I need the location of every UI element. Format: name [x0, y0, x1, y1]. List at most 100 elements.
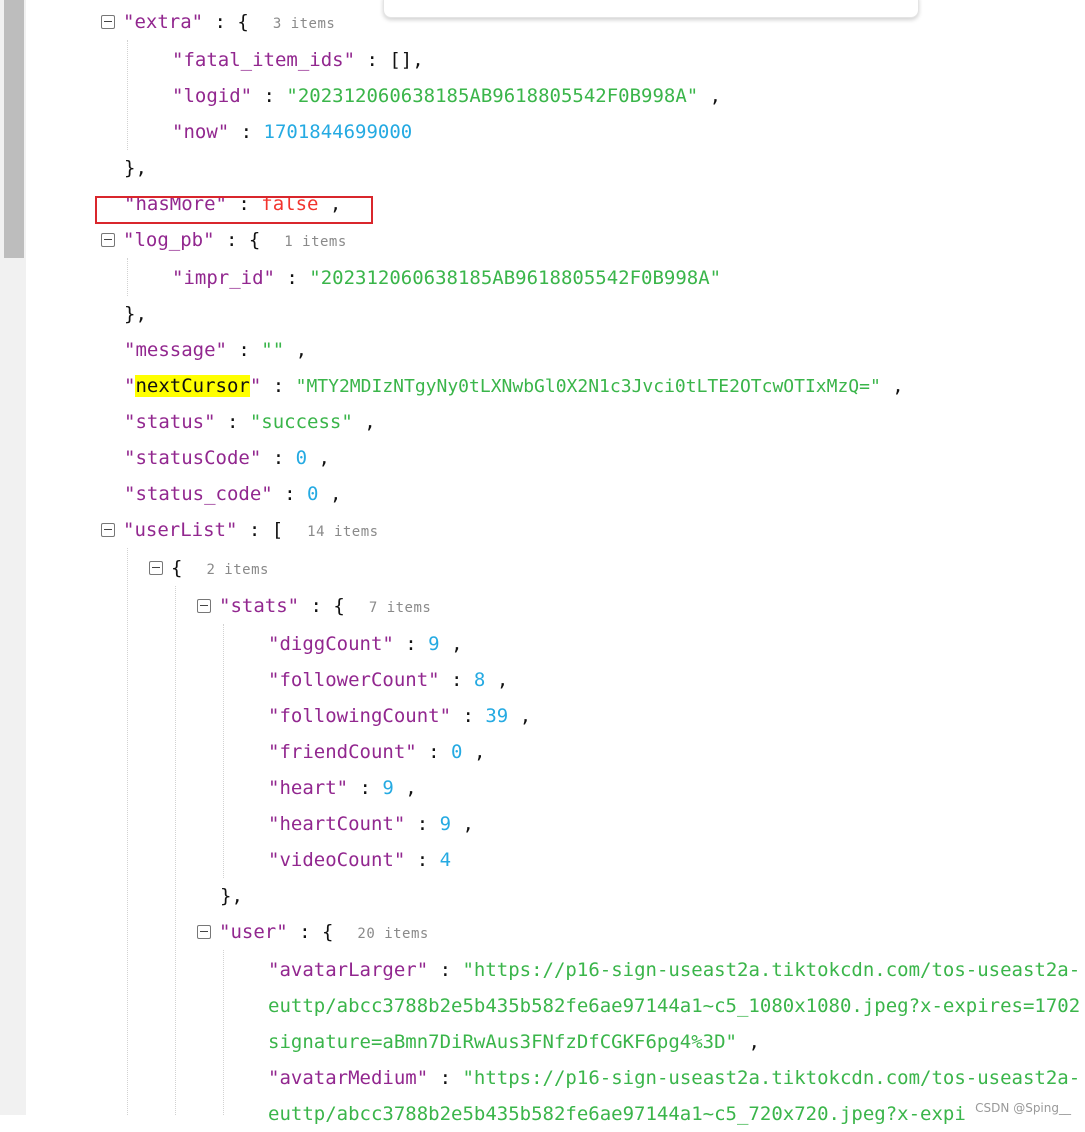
json-key: "followerCount" — [268, 669, 440, 691]
json-key: "userList" — [123, 519, 238, 541]
json-value: [] — [389, 49, 413, 71]
indent-guide — [127, 258, 128, 296]
collapse-toggle-icon[interactable] — [197, 925, 211, 939]
json-key: "impr_id" — [172, 267, 275, 289]
json-key: "diggCount" — [268, 633, 394, 655]
json-line-continuation: signature=aBmn7DiRwAus3FNfzDfCGKF6pg4%3D… — [268, 1031, 760, 1053]
json-key: "log_pb" — [123, 229, 215, 251]
popup-mark: ’ — [730, 0, 737, 3]
watermark: CSDN @Sping__ — [975, 1101, 1071, 1115]
item-count: 7 items — [368, 600, 432, 616]
json-line-videocount: "videoCount" : 4 — [268, 849, 452, 871]
scrollbar-thumb[interactable] — [4, 0, 24, 258]
json-line-continuation: euttp/abcc3788b2e5b435b582fe6ae97144a1~c… — [268, 988, 1085, 1024]
json-punct: }, — [124, 157, 147, 179]
json-value: 0 — [307, 483, 319, 505]
json-value: 0 — [451, 741, 463, 763]
json-line-status-code: "status_code" : 0 , — [124, 483, 342, 505]
json-line-userlist: "userList" : [14 items — [101, 512, 379, 548]
json-value: 9 — [382, 777, 394, 799]
item-count: 3 items — [272, 16, 336, 32]
json-key: "avatarMedium" — [268, 1067, 429, 1089]
json-key: "avatarLarger" — [268, 959, 429, 981]
json-value: 9 — [428, 633, 440, 655]
json-line-nextcursor: "nextCursor" : "MTY2MDIzNTgyNy0tLXNwbGl0… — [124, 375, 904, 397]
json-value: 9 — [439, 813, 452, 835]
item-count: 1 items — [284, 234, 347, 250]
json-key: "message" — [124, 339, 227, 361]
json-value-continued: signature=aBmn7DiRwAus3FNfzDfCGKF6pg4%3D… — [268, 1031, 737, 1053]
json-line-message: "message" : "" , — [124, 339, 308, 361]
vertical-scrollbar[interactable] — [0, 0, 26, 1115]
floating-popup: ’ — [383, 0, 919, 18]
json-key: "stats" — [219, 595, 300, 617]
json-line-object: {2 items — [149, 550, 269, 586]
json-line-extra: "extra" : {3 items — [101, 4, 335, 40]
json-line-followingcount: "followingCount" : 39 , — [268, 705, 532, 727]
json-key: "now" — [172, 121, 230, 143]
json-line-diggcount: "diggCount" : 9 , — [268, 633, 463, 655]
json-line-impr-id: "impr_id" : "202312060638185AB9618805542… — [172, 267, 722, 289]
json-key: "statusCode" — [124, 447, 262, 469]
indent-guide — [175, 586, 176, 1115]
json-key: "extra" — [123, 11, 204, 33]
quote-mark: " — [124, 375, 136, 397]
json-line-status: "status" : "success" , — [124, 411, 376, 433]
json-line-now: "now" : 1701844699000 — [172, 121, 413, 143]
json-key: "logid" — [172, 85, 253, 107]
json-key: "status_code" — [124, 483, 273, 505]
json-line-heart: "heart" : 9 , — [268, 777, 417, 799]
json-key: "status" — [124, 411, 216, 433]
json-value: "202312060638185AB9618805542F0B998A" — [309, 267, 722, 289]
json-key: "heart" — [268, 777, 349, 799]
json-value: "202312060638185AB9618805542F0B998A" — [286, 85, 699, 107]
indent-guide — [223, 950, 224, 1115]
json-value: 4 — [439, 849, 452, 871]
json-key: "videoCount" — [268, 849, 406, 871]
search-highlight: nextCursor — [135, 375, 250, 397]
annotation-box — [95, 196, 373, 224]
json-key: "followingCount" — [268, 705, 452, 727]
json-value-continued: euttp/abcc3788b2e5b435b582fe6ae97144a1~c… — [268, 995, 1081, 1017]
json-line-fatal-item-ids: "fatal_item_ids" : [], — [172, 49, 424, 71]
json-value: 1701844699000 — [263, 121, 413, 143]
json-value: "MTY2MDIzNTgyNy0tLXNwbGl0X2N1c3Jvci0tLTE… — [295, 376, 881, 397]
json-value: "https://p16-sign-useast2a.tiktokcdn.com… — [462, 1067, 1081, 1089]
json-line-followercount: "followerCount" : 8 , — [268, 669, 509, 691]
json-line-avatarlarger: "avatarLarger" : "https://p16-sign-useas… — [268, 959, 1081, 981]
json-line-friendcount: "friendCount" : 0 , — [268, 741, 486, 763]
json-line-stats: "stats" : {7 items — [197, 588, 431, 624]
json-line-statuscode: "statusCode" : 0 , — [124, 447, 330, 469]
json-value-continued: euttp/abcc3788b2e5b435b582fe6ae97144a1~c… — [268, 1103, 968, 1125]
json-punct: }, — [124, 303, 147, 325]
item-count: 14 items — [307, 524, 379, 540]
json-punct: }, — [220, 885, 243, 907]
json-line-log-pb: "log_pb" : {1 items — [101, 222, 347, 258]
json-key: "user" — [219, 921, 288, 943]
indent-guide — [223, 624, 224, 878]
collapse-toggle-icon[interactable] — [197, 599, 211, 613]
json-key: "fatal_item_ids" — [172, 49, 356, 71]
indent-guide — [127, 548, 128, 1115]
json-line-user: "user" : {20 items — [197, 914, 429, 950]
collapse-toggle-icon[interactable] — [101, 233, 115, 247]
collapse-toggle-icon[interactable] — [149, 561, 163, 575]
item-count: 20 items — [357, 926, 429, 942]
json-line-close: }, — [124, 150, 147, 186]
json-value: "" — [261, 339, 285, 361]
indent-guide — [127, 40, 128, 150]
json-key: "heartCount" — [268, 813, 406, 835]
json-line-continuation: euttp/abcc3788b2e5b435b582fe6ae97144a1~c… — [268, 1096, 968, 1132]
json-key: "friendCount" — [268, 741, 417, 763]
collapse-toggle-icon[interactable] — [101, 523, 115, 537]
quote-mark: " — [249, 375, 262, 397]
json-value: "success" — [249, 411, 353, 433]
json-value: "https://p16-sign-useast2a.tiktokcdn.com… — [462, 959, 1081, 981]
json-value: 39 — [485, 705, 509, 727]
json-line-avatarmedium: "avatarMedium" : "https://p16-sign-useas… — [268, 1067, 1081, 1089]
json-line-close: }, — [124, 296, 147, 332]
item-count: 2 items — [206, 562, 269, 578]
json-value: 0 — [295, 447, 308, 469]
json-line-close: }, — [220, 878, 243, 914]
collapse-toggle-icon[interactable] — [101, 15, 115, 29]
